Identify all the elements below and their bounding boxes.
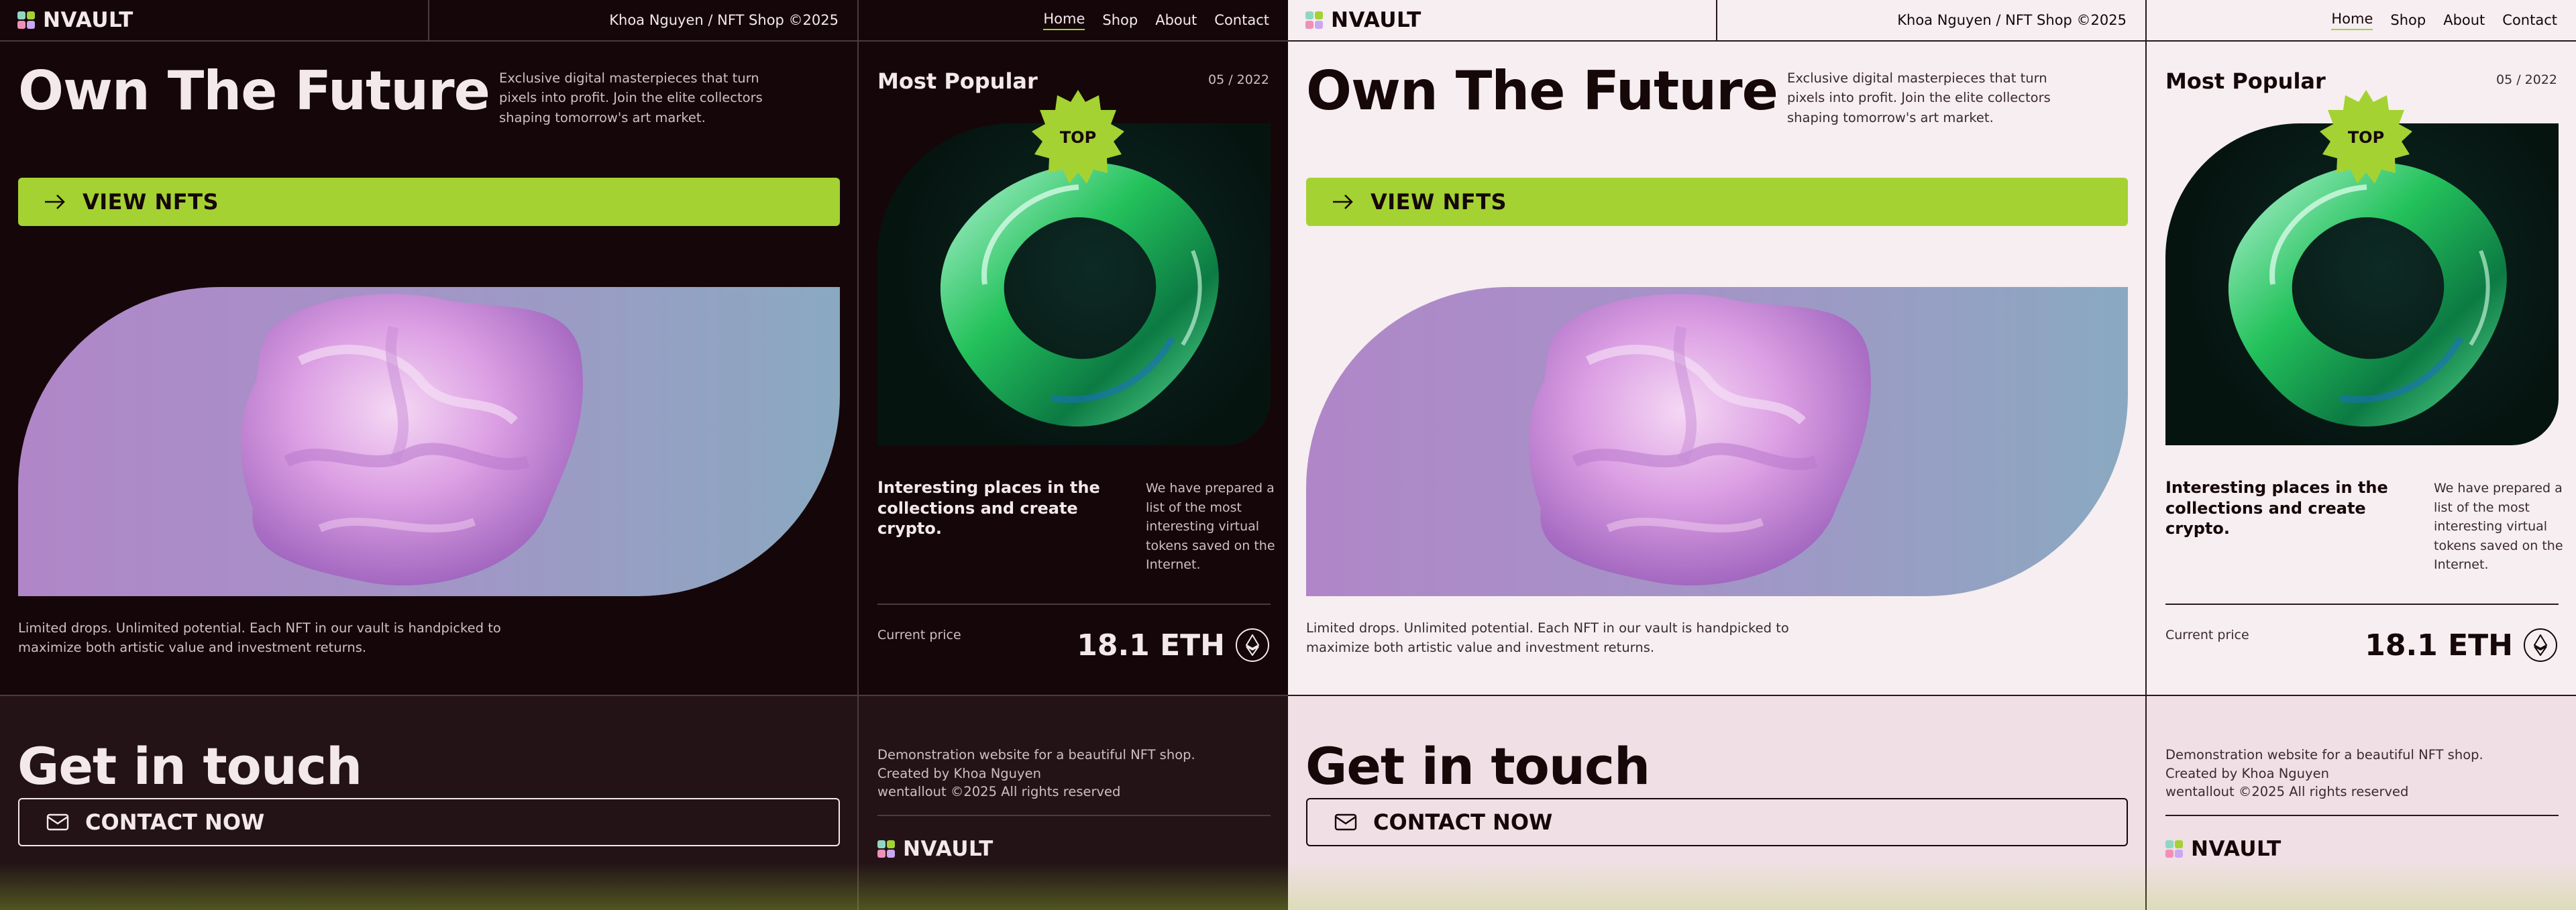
hero-title: Own The Future: [18, 60, 490, 122]
nav-about[interactable]: About: [2443, 12, 2485, 28]
header-credit: Khoa Nguyen / NFT Shop ©2025: [609, 12, 839, 28]
header-credit: Khoa Nguyen / NFT Shop ©2025: [1897, 12, 2127, 28]
contact-now-label: CONTACT NOW: [85, 809, 265, 835]
mail-icon: [1334, 813, 1357, 831]
pink-abstract-sculpture: [1528, 294, 1871, 586]
hero-section: Own The Future Exclusive digital masterp…: [1288, 42, 2147, 695]
footer-title: Get in touch: [1305, 736, 1650, 796]
pink-abstract-sculpture: [240, 294, 583, 586]
nav-home[interactable]: Home: [2331, 11, 2373, 30]
top-badge: TOP: [2317, 89, 2415, 186]
view-nfts-button[interactable]: VIEW NFTS: [1306, 178, 2128, 226]
ethereum-icon[interactable]: [2524, 628, 2557, 662]
bottom-glow: [0, 863, 1288, 910]
divider: [2165, 604, 2559, 605]
brand-name: NVAULT: [1331, 8, 1421, 32]
most-popular-body: We have prepared a list of the most inte…: [1146, 481, 1275, 572]
price-value: 18.1 ETH: [2365, 628, 2513, 663]
hero-caption: Limited drops. Unlimited potential. Each…: [1306, 620, 1789, 656]
arrow-right-icon: [1333, 194, 1353, 209]
most-popular-section: Most Popular 05 / 2022 TOP Interesting p…: [859, 42, 1288, 695]
footer-line: Created by Khoa Nguyen: [877, 765, 1041, 781]
most-popular-title: Most Popular: [877, 68, 1038, 94]
price-value: 18.1 ETH: [1077, 628, 1225, 663]
divider: [2165, 815, 2559, 816]
top-badge: TOP: [1029, 89, 1127, 186]
nav-shop[interactable]: Shop: [1102, 12, 1138, 28]
logo-icon: [1305, 11, 1323, 29]
hero-title: Own The Future: [1306, 60, 1778, 122]
header-logo-area: NVAULT: [0, 0, 429, 40]
footer-line: Demonstration website for a beautiful NF…: [2165, 747, 2483, 762]
brand-logo[interactable]: NVAULT: [1305, 8, 1421, 32]
contact-now-button[interactable]: CONTACT NOW: [1306, 798, 2128, 846]
footer-fine-print: Demonstration website for a beautiful NF…: [2165, 746, 2483, 801]
logo-icon: [2165, 840, 2183, 858]
main-nav: Home Shop About Contact: [2147, 0, 2576, 40]
nav-contact[interactable]: Contact: [2502, 12, 2557, 28]
contact-now-label: CONTACT NOW: [1373, 809, 1553, 835]
view-nfts-label: VIEW NFTS: [83, 189, 219, 215]
hero-description: Exclusive digital masterpieces that turn…: [499, 70, 763, 125]
footer-line: Demonstration website for a beautiful NF…: [877, 747, 1195, 762]
view-nfts-button[interactable]: VIEW NFTS: [18, 178, 840, 226]
mail-icon: [46, 813, 69, 831]
most-popular-date: 05 / 2022: [2496, 72, 2557, 87]
main-nav: Home Shop About Contact: [859, 0, 1288, 40]
footer: Get in touch CONTACT NOW Demonstration w…: [1288, 696, 2576, 910]
top-bar: NVAULT Khoa Nguyen / NFT Shop ©2025 Home…: [1288, 0, 2576, 42]
footer-title: Get in touch: [17, 736, 362, 796]
nav-contact[interactable]: Contact: [1214, 12, 1269, 28]
main-content: Own The Future Exclusive digital masterp…: [0, 42, 1288, 696]
arrow-right-icon: [45, 194, 65, 209]
logo-icon: [877, 840, 895, 858]
footer-line: wentallout ©2025 All rights reserved: [2165, 784, 2409, 800]
hero-section: Own The Future Exclusive digital masterp…: [0, 42, 859, 695]
brand-name: NVAULT: [2191, 837, 2282, 861]
footer-logo[interactable]: NVAULT: [2165, 837, 2282, 861]
footer-logo[interactable]: NVAULT: [877, 837, 994, 861]
divider: [877, 815, 1271, 816]
most-popular-date: 05 / 2022: [1208, 72, 1269, 87]
top-badge-label: TOP: [2347, 128, 2385, 147]
header-credit-area: Khoa Nguyen / NFT Shop ©2025: [429, 0, 859, 40]
nav-shop[interactable]: Shop: [2390, 12, 2426, 28]
most-popular-body: We have prepared a list of the most inte…: [2434, 481, 2563, 572]
ethereum-icon[interactable]: [1236, 628, 1269, 662]
hero-image: [18, 287, 840, 596]
brand-logo[interactable]: NVAULT: [17, 8, 133, 32]
most-popular-section: Most Popular 05 / 2022 TOP Interesting p…: [2147, 42, 2576, 695]
brand-name: NVAULT: [903, 837, 994, 861]
price-label: Current price: [2165, 628, 2249, 642]
footer-line: Created by Khoa Nguyen: [2165, 765, 2329, 781]
logo-icon: [17, 11, 35, 29]
top-bar: NVAULT Khoa Nguyen / NFT Shop ©2025 Home…: [0, 0, 1288, 42]
most-popular-heading: Interesting places in the collections an…: [2165, 478, 2388, 538]
nav-home[interactable]: Home: [1043, 11, 1085, 30]
hero-caption: Limited drops. Unlimited potential. Each…: [18, 620, 501, 656]
main-content: Own The Future Exclusive digital masterp…: [1288, 42, 2576, 696]
most-popular-heading: Interesting places in the collections an…: [877, 478, 1100, 538]
top-badge-label: TOP: [1059, 128, 1097, 147]
contact-now-button[interactable]: CONTACT NOW: [18, 798, 840, 846]
nav-about[interactable]: About: [1155, 12, 1197, 28]
hero-description: Exclusive digital masterpieces that turn…: [1787, 70, 2051, 125]
view-nfts-label: VIEW NFTS: [1371, 189, 1507, 215]
hero-image: [1306, 287, 2128, 596]
footer-line: wentallout ©2025 All rights reserved: [877, 784, 1121, 800]
brand-name: NVAULT: [43, 8, 133, 32]
price-label: Current price: [877, 628, 961, 642]
footer-fine-print: Demonstration website for a beautiful NF…: [877, 746, 1195, 801]
footer: Get in touch CONTACT NOW Demonstration w…: [0, 696, 1288, 910]
bottom-glow: [1288, 863, 2576, 910]
header-logo-area: NVAULT: [1288, 0, 1717, 40]
most-popular-title: Most Popular: [2165, 68, 2326, 94]
dark-theme-page: NVAULT Khoa Nguyen / NFT Shop ©2025 Home…: [0, 0, 1288, 910]
divider: [877, 604, 1271, 605]
light-theme-page: NVAULT Khoa Nguyen / NFT Shop ©2025 Home…: [1288, 0, 2576, 910]
header-credit-area: Khoa Nguyen / NFT Shop ©2025: [1717, 0, 2147, 40]
